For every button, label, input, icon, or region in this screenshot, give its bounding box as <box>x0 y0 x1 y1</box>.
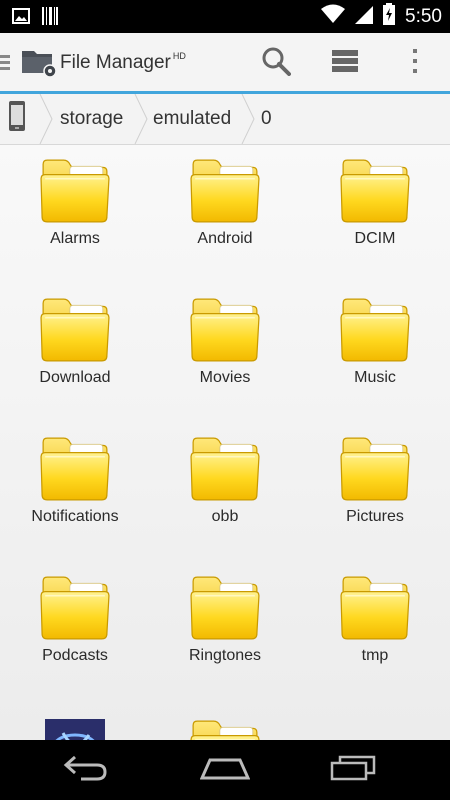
folder-icon <box>339 154 411 226</box>
folder-item[interactable]: tmp <box>300 562 450 701</box>
search-button[interactable] <box>252 41 300 85</box>
breadcrumb: storage emulated 0 <box>0 94 450 145</box>
folder-icon <box>189 293 261 365</box>
crumb-emulated[interactable]: emulated <box>153 94 231 144</box>
back-button[interactable] <box>50 750 120 790</box>
overflow-dots-icon <box>411 48 419 79</box>
folder-label: Pictures <box>346 508 404 525</box>
folder-icon <box>189 432 261 504</box>
folder-icon <box>189 154 261 226</box>
folder-icon <box>339 432 411 504</box>
app-title: File Manager HD <box>60 51 186 74</box>
crumb-separator <box>241 94 255 144</box>
clock: 5:50 <box>405 5 442 27</box>
folder-item[interactable] <box>150 701 300 740</box>
view-mode-button[interactable] <box>321 41 369 85</box>
phone-icon <box>8 100 26 138</box>
app-file-item[interactable] <box>0 701 150 740</box>
folder-icon <box>339 571 411 643</box>
navigation-bar <box>0 740 450 800</box>
recent-apps-icon <box>330 755 376 786</box>
home-button[interactable] <box>190 750 260 790</box>
app-title-suffix: HD <box>172 51 186 61</box>
folder-label: Podcasts <box>42 647 108 664</box>
folder-icon <box>339 293 411 365</box>
wifi-icon <box>321 4 346 29</box>
folder-label: Android <box>197 230 253 247</box>
folder-icon <box>39 432 111 504</box>
back-arrow-icon <box>63 755 107 786</box>
overflow-menu-button[interactable] <box>391 41 439 85</box>
folder-item[interactable]: Android <box>150 145 300 284</box>
signal-icon <box>355 4 374 29</box>
folder-icon <box>189 571 261 643</box>
folder-item[interactable]: Notifications <box>0 423 150 562</box>
folder-label: Movies <box>199 369 251 386</box>
folder-item[interactable]: DCIM <box>300 145 450 284</box>
folder-item[interactable]: Movies <box>150 284 300 423</box>
home-icon <box>199 756 251 785</box>
folder-item[interactable]: obb <box>150 423 300 562</box>
folder-label: Download <box>39 369 111 386</box>
folder-icon <box>39 571 111 643</box>
folder-item[interactable]: Alarms <box>0 145 150 284</box>
folder-icon <box>39 293 111 365</box>
drawer-menu-icon[interactable] <box>0 52 12 74</box>
battery-charging-icon <box>383 3 396 30</box>
folder-label: tmp <box>361 647 389 664</box>
folder-label: DCIM <box>354 230 396 247</box>
folder-icon <box>39 154 111 226</box>
list-view-icon <box>332 49 358 78</box>
crumb-separator <box>39 94 53 144</box>
crumb-separator <box>134 94 148 144</box>
recent-apps-button[interactable] <box>318 750 388 790</box>
device-root-button[interactable] <box>8 94 36 144</box>
folder-item[interactable]: Download <box>0 284 150 423</box>
folder-label: Ringtones <box>188 647 262 664</box>
folder-item[interactable]: Ringtones <box>150 562 300 701</box>
barcode-notification-icon <box>42 7 58 30</box>
folder-item[interactable]: Podcasts <box>0 562 150 701</box>
search-icon <box>261 46 291 81</box>
app-logo-icon <box>20 45 60 79</box>
action-bar: File Manager HD <box>0 33 450 94</box>
app-icon <box>45 719 105 740</box>
folder-icon <box>189 715 261 740</box>
folder-item[interactable]: Pictures <box>300 423 450 562</box>
folder-label: Alarms <box>50 230 100 247</box>
app-title-text: File Manager <box>60 52 171 73</box>
crumb-storage[interactable]: storage <box>60 94 123 144</box>
crumb-0[interactable]: 0 <box>261 94 272 144</box>
folder-label: obb <box>211 508 239 525</box>
status-bar: 5:50 <box>0 0 450 33</box>
folder-label: Music <box>354 369 396 386</box>
folder-label: Notifications <box>31 508 119 525</box>
folder-grid: Alarms Android DCIM Download Movies Musi… <box>0 145 450 740</box>
folder-item[interactable]: Music <box>300 284 450 423</box>
gallery-notification-icon <box>12 8 30 29</box>
